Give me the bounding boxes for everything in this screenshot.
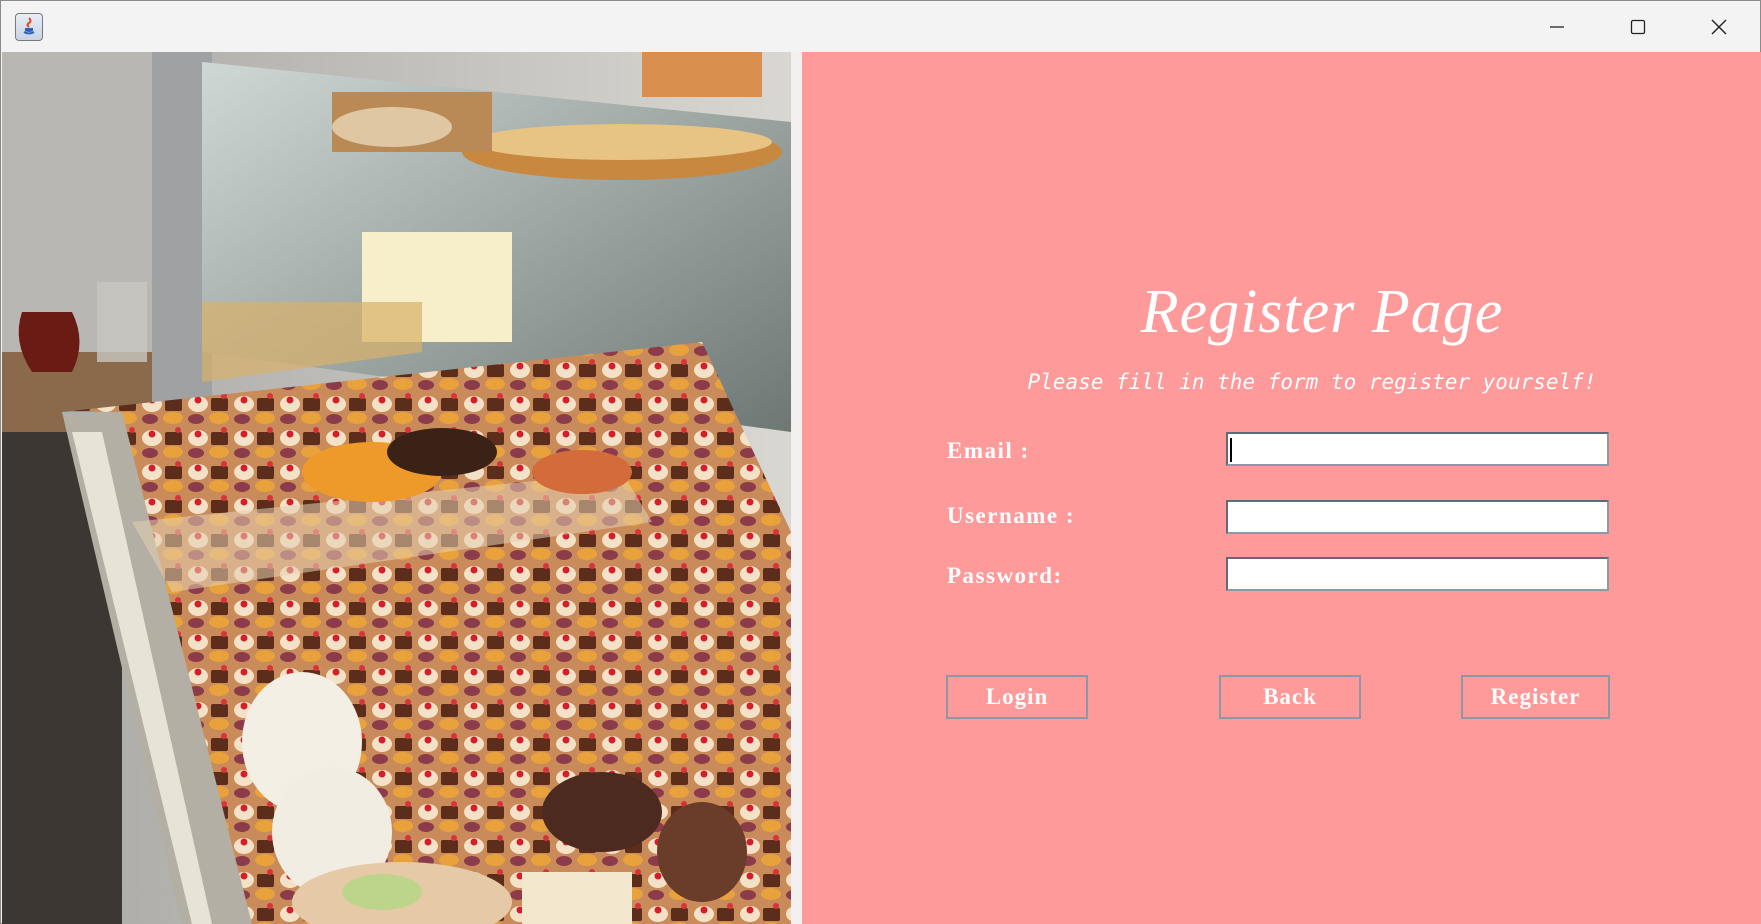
email-field[interactable]: [1226, 432, 1609, 466]
login-button[interactable]: Login: [946, 675, 1088, 719]
username-label: Username :: [947, 503, 1076, 528]
panel-divider: [791, 52, 802, 924]
form-subtitle: Please fill in the form to register your…: [1027, 370, 1597, 394]
email-label: Email :: [947, 438, 1030, 463]
password-label: Password:: [947, 563, 1063, 588]
java-app-icon[interactable]: [15, 13, 43, 41]
password-field[interactable]: [1226, 557, 1609, 591]
minimize-icon: [1550, 25, 1564, 28]
text-cursor: [1230, 438, 1232, 462]
app-window: Register Page Please fill in the form to…: [0, 0, 1761, 924]
page-title: Register Page: [1140, 278, 1504, 346]
title-bar[interactable]: [1, 1, 1760, 52]
close-icon: [1711, 19, 1727, 34]
pastry-display-photo: [2, 52, 791, 924]
back-button[interactable]: Back: [1219, 675, 1361, 719]
register-button[interactable]: Register: [1461, 675, 1610, 719]
maximize-icon: [1630, 19, 1646, 34]
register-content: Register Page Please fill in the form to…: [2, 52, 1761, 924]
maximize-button[interactable]: [1598, 1, 1678, 52]
username-field[interactable]: [1226, 500, 1609, 534]
close-button[interactable]: [1679, 1, 1759, 52]
minimize-button[interactable]: [1517, 1, 1597, 52]
